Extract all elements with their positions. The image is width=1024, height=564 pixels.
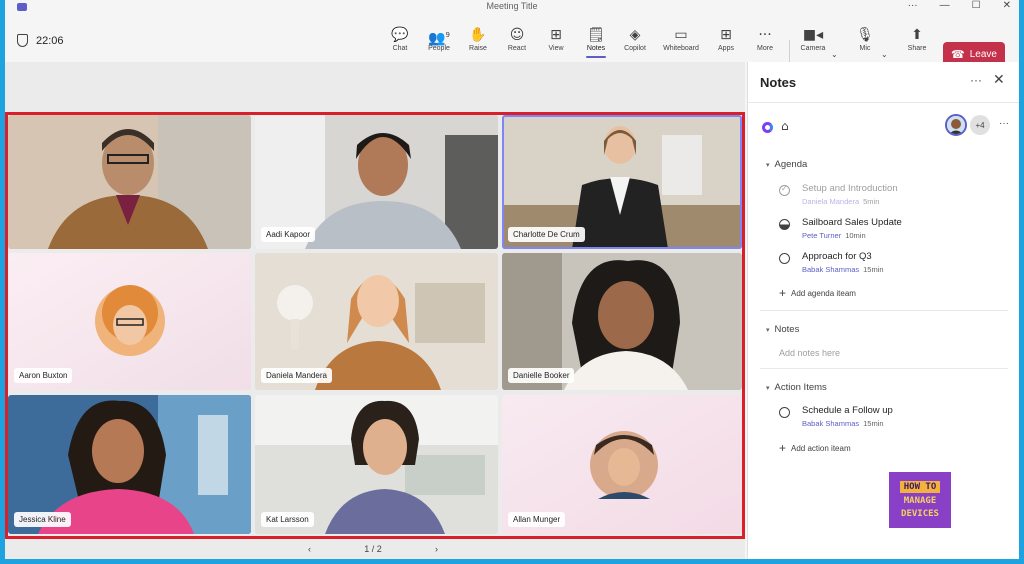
teams-meeting-window: Meeting Title ··· — ☐ ✕ 22:06 💬 Chat 👥9 … [5, 0, 1019, 559]
maximize-icon[interactable]: ☐ [972, 0, 981, 11]
meeting-timer: 22:06 [36, 35, 64, 47]
avatar-image [947, 116, 965, 134]
microphone-icon: 🎙 [856, 27, 874, 43]
not-started-circle-icon[interactable] [779, 253, 790, 264]
minimize-icon[interactable]: — [940, 0, 950, 11]
notes-panel: Notes ··· ✕ ⌂ +4 ··· ▾Agenda Setup and I… [747, 62, 1019, 559]
add-agenda-item-button[interactable]: + Add agenda iteam [779, 286, 856, 300]
apps-button[interactable]: ⊞ Apps [708, 26, 744, 52]
notes-icon: 🗒 [587, 27, 605, 43]
video-stage: Aadi Kapoor Charlotte De Crum Aaron Buxt… [5, 62, 745, 559]
agenda-section-header[interactable]: ▾ Agenda [766, 159, 807, 170]
window-more-icon[interactable]: ··· [908, 0, 918, 11]
notes-more-icon[interactable]: ··· [970, 73, 982, 87]
share-icon: ⬆ [911, 27, 923, 43]
loop-more-icon[interactable]: ··· [999, 118, 1009, 129]
action-items-section-header[interactable]: ▾ Action Items [766, 382, 827, 393]
previous-page-icon[interactable]: ‹ [308, 544, 311, 554]
grid-view-icon: ⊞ [550, 27, 562, 43]
avatar[interactable] [945, 114, 967, 136]
close-window-icon[interactable]: ✕ [1003, 0, 1011, 11]
camera-button[interactable]: ■◂ Camera [795, 26, 831, 52]
mic-button[interactable]: 🎙 Mic [847, 26, 883, 52]
close-icon[interactable]: ✕ [993, 72, 1005, 88]
smiley-icon: ☺ [509, 27, 525, 43]
divider [760, 368, 1008, 369]
react-button[interactable]: ☺ React [499, 26, 535, 52]
divider [748, 102, 1019, 103]
more-button[interactable]: ··· More [747, 26, 783, 52]
camera-options-chevron-icon[interactable]: ⌄ [831, 50, 838, 59]
camera-icon: ■◂ [802, 27, 824, 43]
more-icon: ··· [758, 27, 772, 43]
people-count: 9 [445, 31, 450, 39]
people-button[interactable]: 👥9 People [421, 26, 457, 52]
add-notes-field[interactable]: Add notes here [779, 348, 840, 358]
whiteboard-button[interactable]: ▭ Whiteboard [663, 26, 699, 52]
title-bar: Meeting Title ··· — ☐ ✕ [5, 0, 1019, 14]
copilot-icon: ◈ [629, 27, 641, 43]
collaborator-count[interactable]: +4 [970, 115, 990, 135]
add-action-item-button[interactable]: + Add action iteam [779, 441, 851, 455]
not-started-circle-icon[interactable] [779, 407, 790, 418]
copilot-button[interactable]: ◈ Copilot [617, 26, 653, 52]
how-to-manage-devices-logo: HOW TO MANAGE DEVICES [889, 472, 951, 528]
raise-hand-button[interactable]: ✋ Raise [460, 26, 496, 52]
hand-icon: ✋ [469, 27, 487, 43]
shield-icon [17, 34, 28, 47]
hang-up-icon: ☎ [951, 47, 965, 61]
notes-panel-title: Notes [760, 75, 797, 90]
chat-icon: 💬 [391, 27, 409, 43]
tag-icon[interactable]: ⌂ [781, 119, 789, 133]
plus-icon: + [779, 441, 787, 455]
gallery-pager: ‹ 1 / 2 › [308, 542, 438, 556]
whiteboard-icon: ▭ [674, 27, 688, 43]
chevron-down-icon: ▾ [766, 161, 770, 169]
completed-check-icon[interactable] [779, 184, 790, 196]
window-title: Meeting Title [486, 1, 538, 11]
apps-icon: ⊞ [720, 27, 732, 43]
share-button[interactable]: ⬆ Share [899, 26, 935, 52]
loop-icon[interactable] [762, 122, 773, 133]
meeting-toolbar: 22:06 💬 Chat 👥9 People ✋ Raise ☺ React ⊞… [5, 14, 1019, 66]
mic-options-chevron-icon[interactable]: ⌄ [881, 50, 888, 59]
notes-button[interactable]: 🗒 Notes [578, 26, 614, 58]
plus-icon: + [779, 286, 787, 300]
in-progress-icon[interactable] [779, 219, 790, 230]
next-page-icon[interactable]: › [435, 544, 438, 554]
chevron-down-icon: ▾ [766, 384, 770, 392]
chevron-down-icon: ▾ [766, 326, 770, 334]
page-indicator: 1 / 2 [364, 544, 382, 554]
notes-section-header[interactable]: ▾ Notes [766, 324, 799, 335]
gallery-highlight-frame [5, 112, 745, 539]
chat-button[interactable]: 💬 Chat [382, 26, 418, 52]
divider [760, 310, 1008, 311]
toolbar-divider [789, 40, 790, 62]
window-controls: ··· — ☐ ✕ [908, 0, 1011, 11]
view-button[interactable]: ⊞ View [538, 26, 574, 52]
